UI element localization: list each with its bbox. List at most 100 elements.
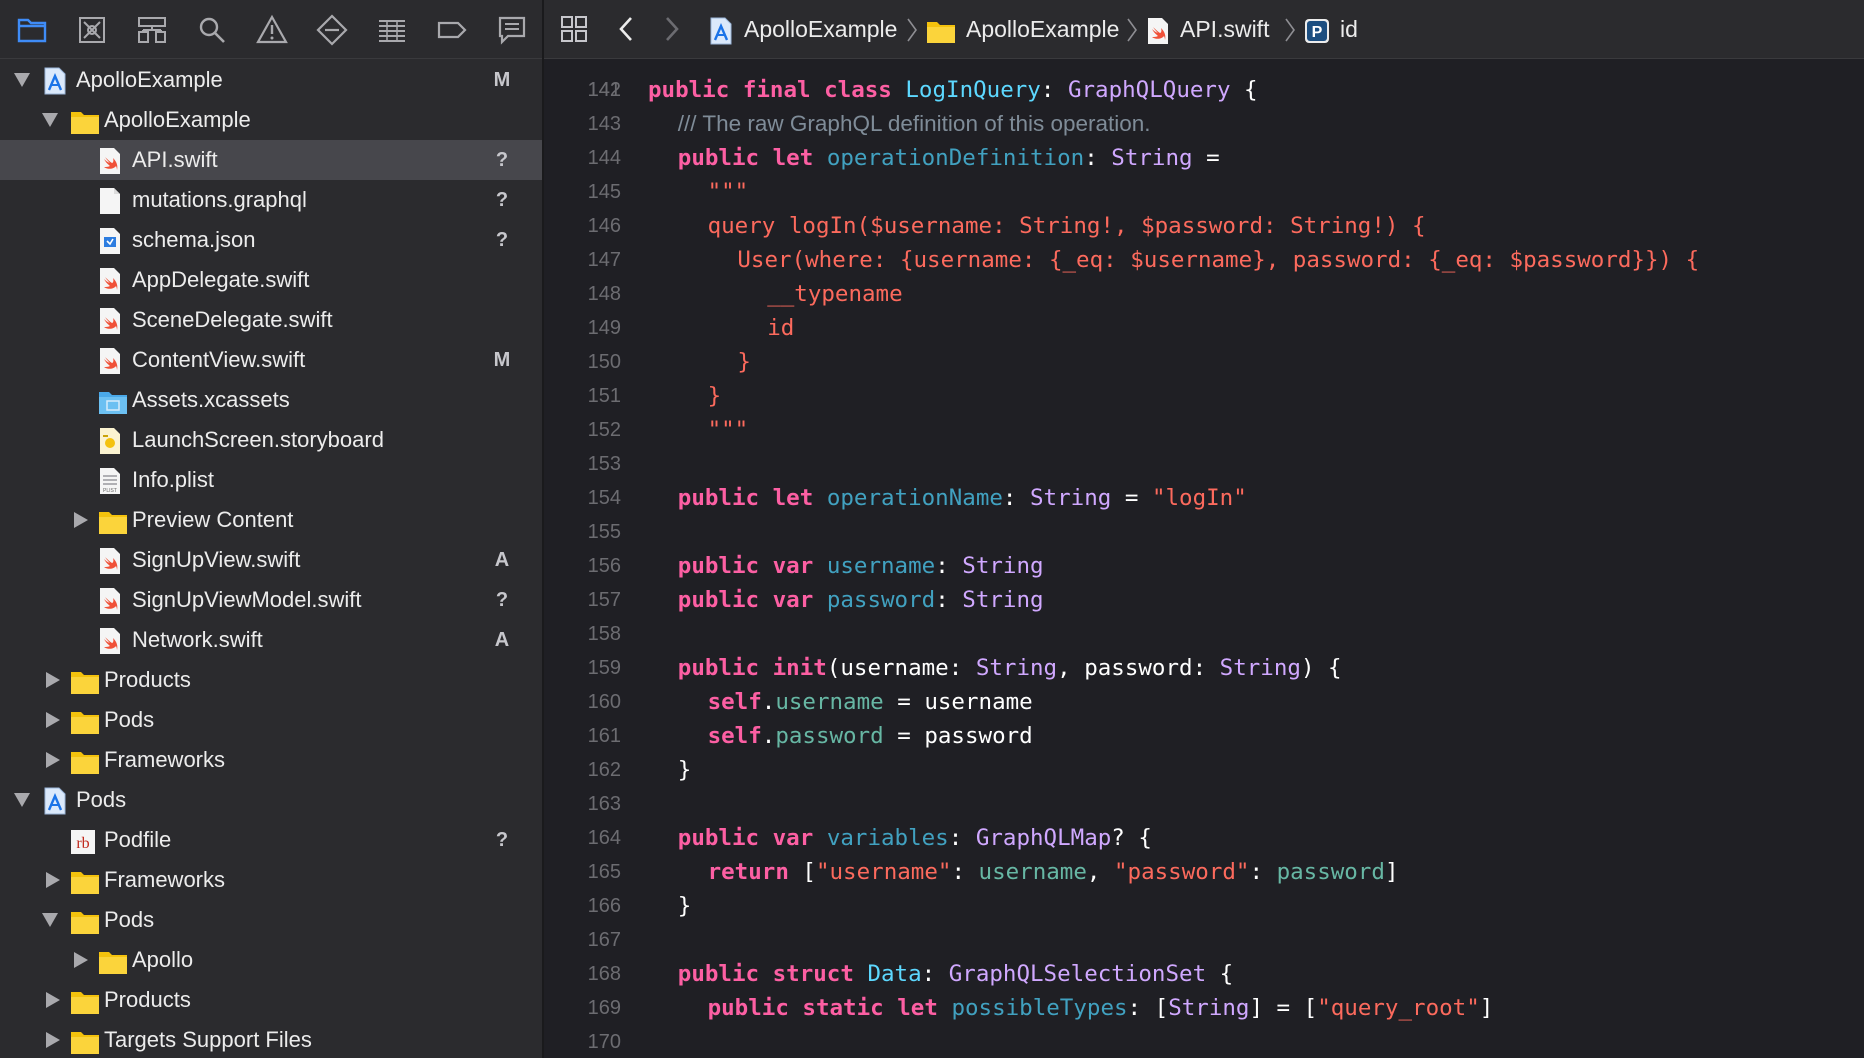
tree-item-label: ContentView.swift bbox=[132, 347, 306, 372]
code-token: possibleTypes bbox=[951, 995, 1128, 1021]
code-text: """ bbox=[708, 413, 749, 447]
code-token: String bbox=[975, 655, 1058, 681]
disclosure-open-icon[interactable] bbox=[14, 793, 30, 807]
disclosure-closed-icon[interactable] bbox=[46, 672, 60, 688]
tree-item-label: Assets.xcassets bbox=[132, 387, 290, 412]
code-token: self bbox=[707, 689, 762, 715]
disclosure-open-icon[interactable] bbox=[42, 913, 58, 927]
disclosure-closed-icon[interactable] bbox=[74, 512, 88, 528]
folder-icon bbox=[70, 708, 99, 734]
line-number: 158 bbox=[587, 623, 621, 645]
tree-row[interactable]: AppDelegate.swift bbox=[0, 260, 542, 300]
code-token: password bbox=[1276, 859, 1385, 885]
navigator-tab-tests[interactable] bbox=[316, 14, 348, 46]
disclosure-open-icon[interactable] bbox=[14, 73, 30, 87]
tree-row[interactable]: LaunchScreen.storyboard bbox=[0, 420, 542, 460]
navigator-tab-issues[interactable] bbox=[256, 14, 288, 46]
swift-icon bbox=[98, 148, 124, 174]
tree-item-label: Pods bbox=[76, 787, 127, 812]
tree-row[interactable]: ApolloExample bbox=[0, 100, 542, 140]
line-number: 167 bbox=[587, 929, 621, 951]
tree-row[interactable]: SignUpViewModel.swift? bbox=[0, 580, 542, 620]
navigator-tab-reports[interactable] bbox=[496, 14, 528, 46]
project-icon bbox=[42, 787, 68, 815]
tree-row[interactable]: Pods bbox=[0, 700, 542, 740]
tree-row[interactable]: Pods bbox=[0, 780, 542, 820]
code-token: } bbox=[707, 383, 722, 409]
navigator-tab-breakpoints[interactable] bbox=[436, 14, 468, 46]
tree-row[interactable]: Frameworks bbox=[0, 860, 542, 900]
code-token: public let bbox=[677, 145, 827, 171]
code-token: : bbox=[1249, 859, 1277, 885]
tree-row[interactable]: Products bbox=[0, 980, 542, 1020]
tree-row[interactable]: SignUpView.swift A bbox=[0, 540, 542, 580]
scm-status-badge: M bbox=[493, 69, 511, 91]
tree-row[interactable]: Assets.xcassets bbox=[0, 380, 542, 420]
code-token: /// The raw GraphQL definition of this o… bbox=[677, 111, 1151, 136]
ruby-icon: rb bbox=[70, 828, 96, 854]
line-number: 162 bbox=[587, 759, 621, 781]
folder-icon bbox=[70, 108, 99, 134]
code-token: { bbox=[1230, 77, 1258, 103]
disclosure-closed-icon[interactable] bbox=[46, 872, 60, 888]
tree-item-label: Frameworks bbox=[104, 867, 226, 892]
svg-text:PLIST: PLIST bbox=[103, 488, 117, 494]
code-text: public var username: String bbox=[678, 549, 1044, 583]
code-token: [ bbox=[802, 859, 816, 885]
tree-row[interactable]: ContentView.swift M bbox=[0, 340, 542, 380]
navigator-tab-project-navigator[interactable] bbox=[16, 14, 48, 46]
tree-row[interactable]: SceneDelegate.swift bbox=[0, 300, 542, 340]
code-token: operationDefinition bbox=[826, 145, 1085, 171]
tree-row[interactable]: ApolloExample M bbox=[0, 60, 542, 100]
navigator-tab-source-control[interactable] bbox=[76, 14, 108, 46]
tree-row[interactable]: schema.json? bbox=[0, 220, 542, 260]
breakpoints-icon bbox=[437, 21, 467, 39]
tree-row[interactable]: Preview Content bbox=[0, 500, 542, 540]
navigator-tab-find[interactable] bbox=[196, 14, 228, 46]
code-line: 143 /// The raw GraphQL definition of thi… bbox=[544, 107, 1864, 141]
tree-row[interactable]: rb Podfile? bbox=[0, 820, 542, 860]
code-line: 165 return ["username": username, "passwo… bbox=[544, 855, 1864, 889]
tree-row[interactable]: Pods bbox=[0, 900, 542, 940]
tree-item-label: Pods bbox=[104, 907, 155, 932]
tree-item-label: Pods bbox=[104, 707, 155, 732]
tree-item-label: Preview Content bbox=[132, 507, 294, 532]
code-token: ] = [ bbox=[1249, 995, 1318, 1021]
code-token: String bbox=[1030, 485, 1112, 511]
code-text: public var password: String bbox=[678, 583, 1044, 617]
code-text: } bbox=[678, 889, 692, 923]
code-token: : bbox=[1084, 145, 1112, 171]
tree-row[interactable]: PLIST Info.plist bbox=[0, 460, 542, 500]
disclosure-closed-icon[interactable] bbox=[46, 712, 60, 728]
code-token: username bbox=[775, 689, 884, 715]
code-token: username bbox=[978, 859, 1087, 885]
code-text: public struct Data: GraphQLSelectionSet … bbox=[678, 957, 1233, 991]
code-text: public var variables: GraphQLMap? { bbox=[678, 821, 1152, 855]
tree-row[interactable]: Network.swift A bbox=[0, 620, 542, 660]
disclosure-closed-icon[interactable] bbox=[46, 1032, 60, 1048]
tree-row[interactable]: mutations.graphql? bbox=[0, 180, 542, 220]
scm-status-badge: M bbox=[493, 349, 511, 371]
disclosure-closed-icon[interactable] bbox=[46, 992, 60, 1008]
code-area[interactable]: 141 142 public final class LogInQuery: Gr… bbox=[544, 59, 1864, 1058]
code-token: public final class bbox=[648, 77, 906, 103]
disclosure-open-icon[interactable] bbox=[42, 113, 58, 127]
tree-item-label: SignUpView.swift bbox=[132, 547, 301, 572]
scm-status-badge: ? bbox=[495, 149, 509, 171]
tree-row[interactable]: Targets Support Files bbox=[0, 1020, 542, 1058]
tree-row[interactable]: Apollo bbox=[0, 940, 542, 980]
tree-row[interactable]: Products bbox=[0, 660, 542, 700]
disclosure-closed-icon[interactable] bbox=[46, 752, 60, 768]
tree-item-label: API.swift bbox=[132, 147, 218, 172]
line-number: 151 bbox=[587, 385, 621, 407]
line-number: 150 bbox=[587, 351, 621, 373]
find-icon bbox=[199, 17, 225, 43]
navigator-tab-symbol-navigator[interactable] bbox=[136, 14, 168, 46]
disclosure-closed-icon[interactable] bbox=[74, 952, 88, 968]
tree-row[interactable]: Frameworks bbox=[0, 740, 542, 780]
code-token: . bbox=[761, 723, 776, 749]
navigator-tab-debug[interactable] bbox=[376, 14, 408, 46]
swift-icon bbox=[98, 588, 124, 614]
tree-item-label: LaunchScreen.storyboard bbox=[132, 427, 384, 452]
tree-row[interactable]: API.swift? bbox=[0, 140, 542, 180]
